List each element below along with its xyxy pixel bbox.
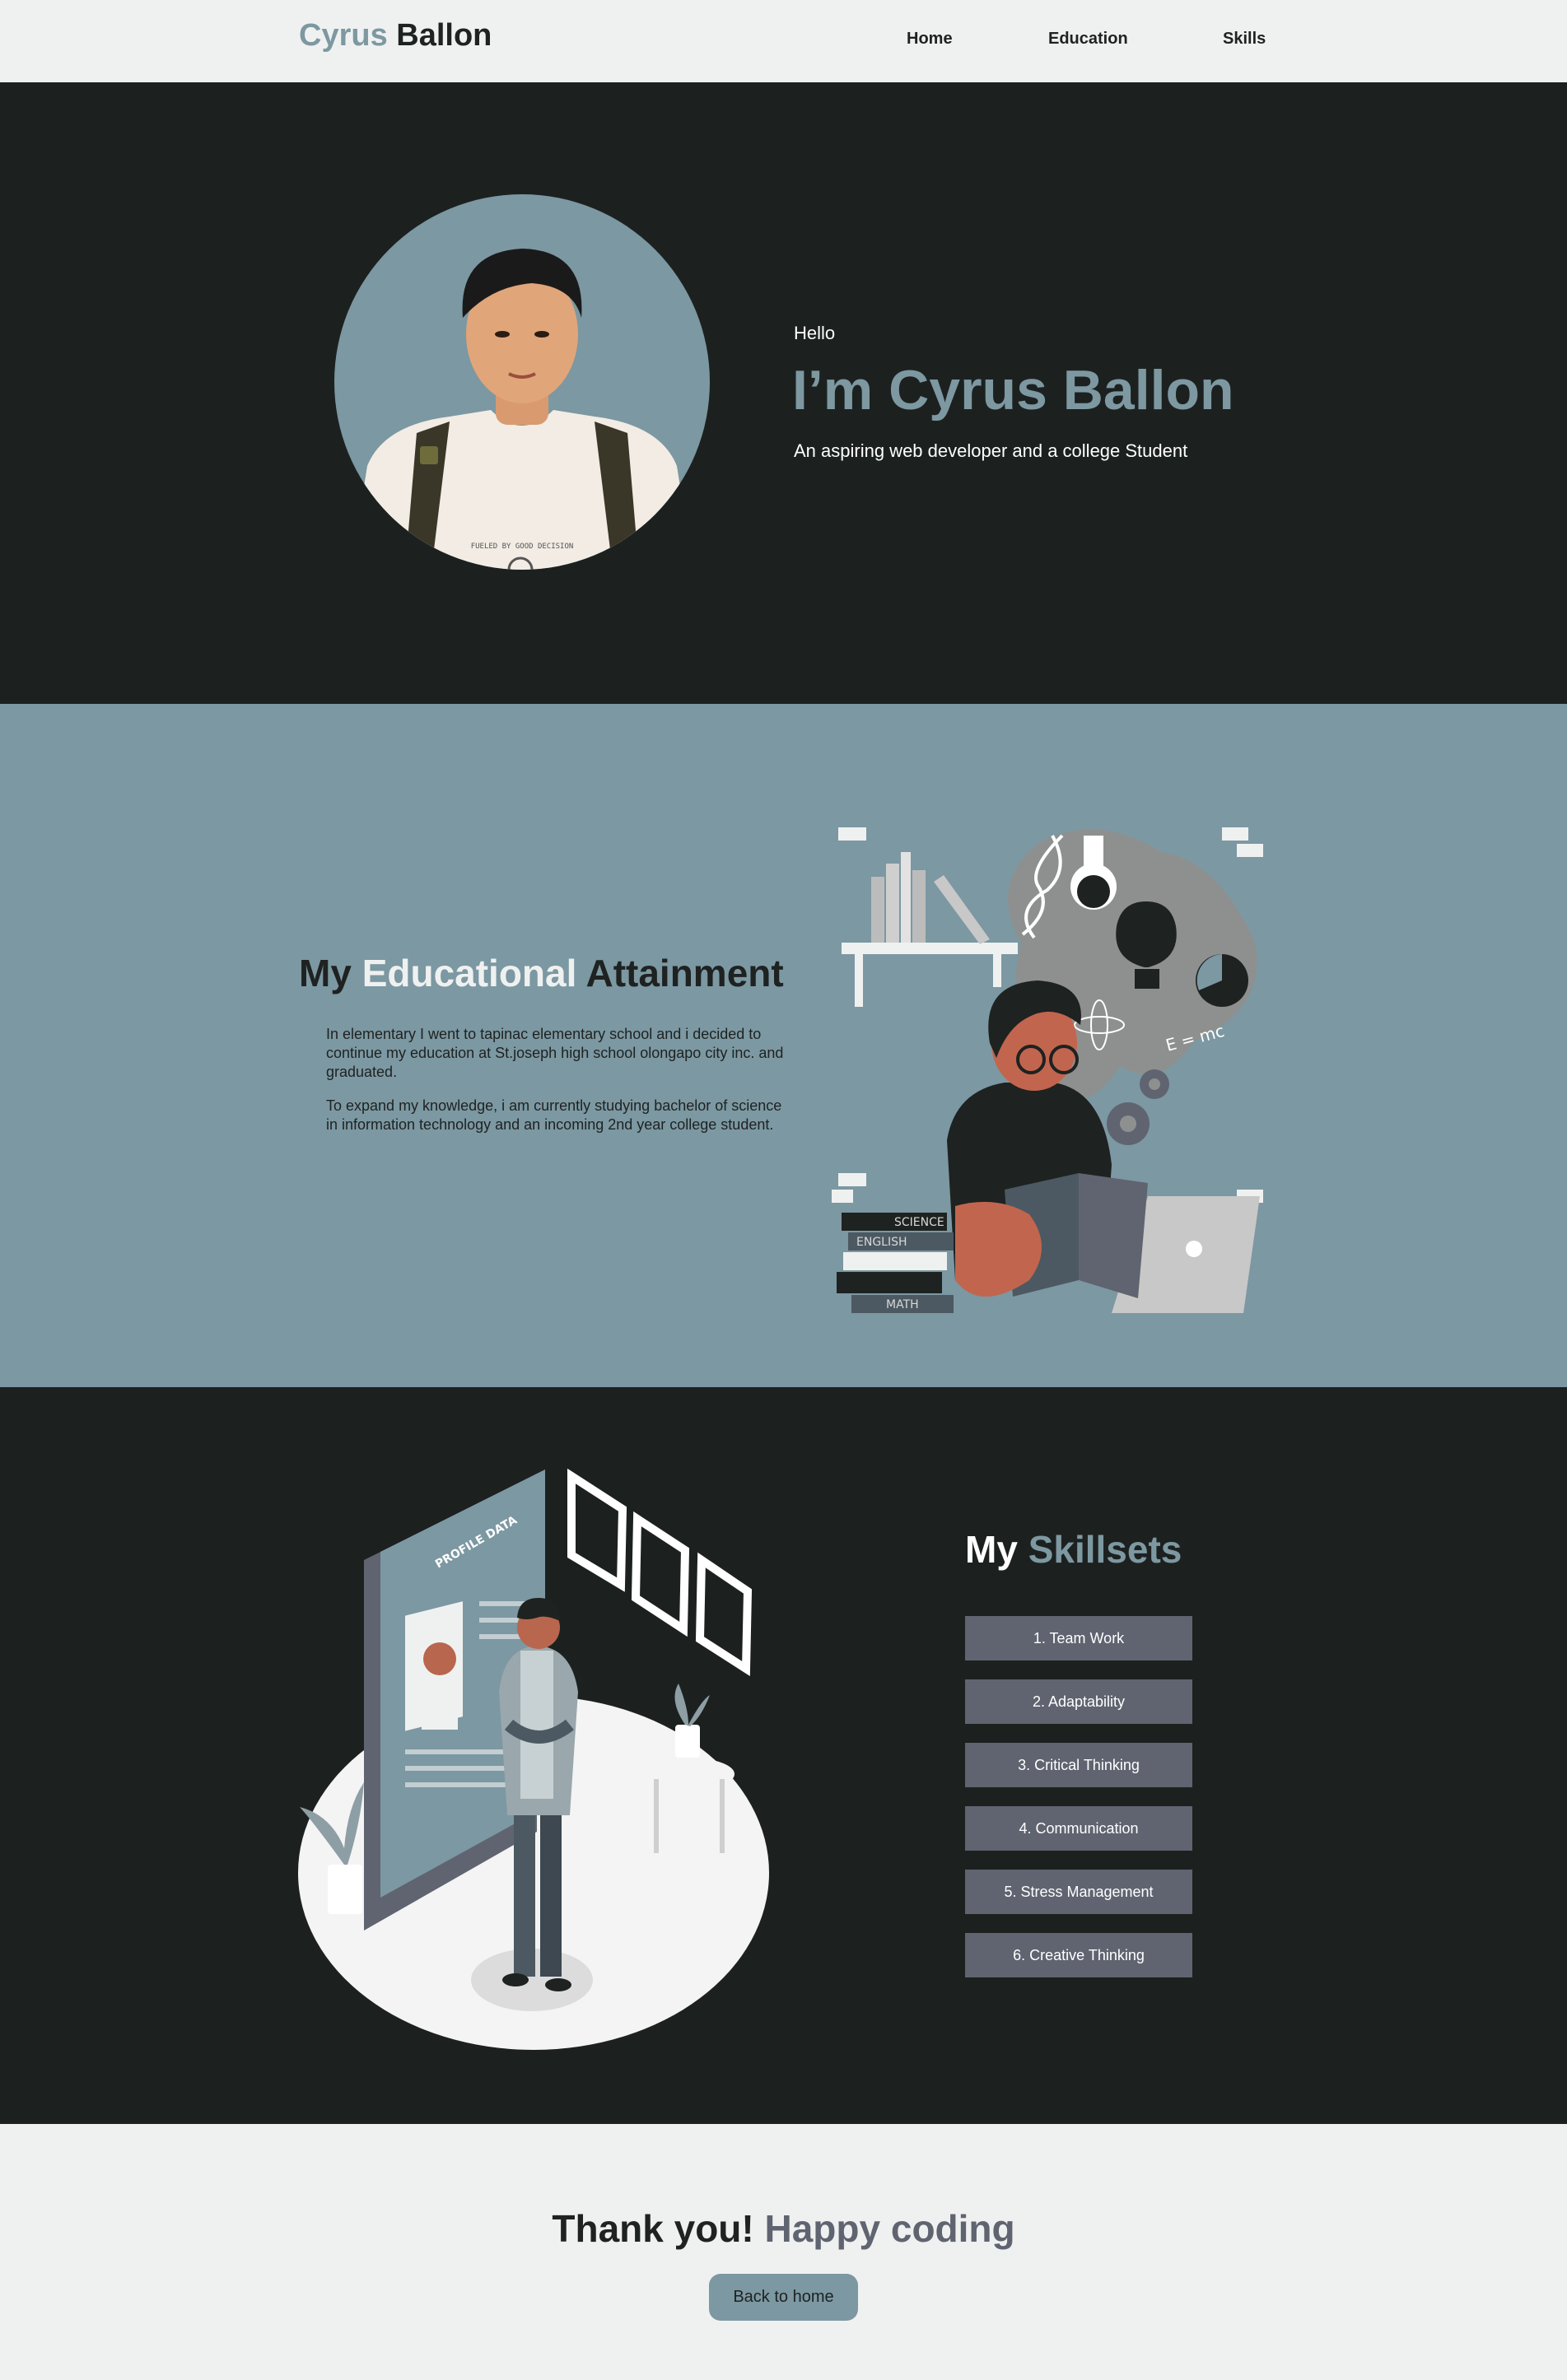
back-to-home-button[interactable]: Back to home <box>709 2274 858 2321</box>
book-science-label: SCIENCE <box>894 1216 944 1229</box>
svg-text:FUELED BY GOOD DECISION: FUELED BY GOOD DECISION <box>471 543 574 551</box>
skills-heading: My Skillsets <box>965 1527 1182 1572</box>
footer-section: Thank you! Happy coding Back to home <box>0 2124 1567 2380</box>
education-heading: My Educational Attainment <box>299 951 784 995</box>
nav-link-education[interactable]: Education <box>1048 30 1128 49</box>
heading-word-my: My <box>965 1528 1018 1571</box>
top-navbar: Cyrus Ballon Home Education Skills <box>0 0 1567 82</box>
hero-subtitle: An aspiring web developer and a college … <box>794 440 1188 461</box>
student-reading-illustration: E = mc SCIENCE ENGLISH MATH <box>832 827 1263 1313</box>
book-math-label: MATH <box>886 1298 919 1311</box>
hero-greeting: Hello <box>794 323 836 343</box>
footer-heading: Thank you! Happy coding <box>0 2206 1567 2251</box>
logo-first-name: Cyrus <box>299 18 388 53</box>
skill-item: 4. Communication <box>965 1806 1192 1851</box>
heading-thank-you: Thank you! <box>552 2207 754 2250</box>
hero-title: I’m Cyrus Ballon <box>792 359 1234 422</box>
education-section: My Educational Attainment In elementary … <box>0 704 1567 1387</box>
profile-photo: FUELED BY GOOD DECISION <box>334 194 710 570</box>
book-english-label: ENGLISH <box>856 1236 907 1249</box>
nav-link-home[interactable]: Home <box>907 30 953 49</box>
skill-item: 3. Critical Thinking <box>965 1743 1192 1787</box>
skills-section: PROFILE DATA My Skillsets 1. Team Work 2… <box>0 1387 1567 2124</box>
education-paragraph-1: In elementary I went to tapinac elementa… <box>326 1026 784 1080</box>
heading-happy-coding: Happy coding <box>764 2207 1015 2250</box>
heading-word-attainment: Attainment <box>585 952 784 994</box>
logo-last-name: Ballon <box>396 18 492 53</box>
skill-item: 5. Stress Management <box>965 1870 1192 1914</box>
education-paragraph-2: To expand my knowledge, i am currently s… <box>326 1097 782 1133</box>
heading-word-skillsets: Skillsets <box>1028 1528 1182 1571</box>
skill-item: 1. Team Work <box>965 1616 1192 1660</box>
heading-word-my: My <box>299 952 352 994</box>
skill-item: 2. Adaptability <box>965 1679 1192 1724</box>
site-logo[interactable]: Cyrus Ballon <box>299 18 492 54</box>
hero-section: FUELED BY GOOD DECISION Hello I’m Cyrus … <box>0 82 1567 704</box>
profile-data-illustration: PROFILE DATA <box>298 1468 769 2050</box>
skill-item: 6. Creative Thinking <box>965 1933 1192 1977</box>
nav-link-skills[interactable]: Skills <box>1223 30 1266 49</box>
heading-word-educational: Educational <box>361 952 577 994</box>
